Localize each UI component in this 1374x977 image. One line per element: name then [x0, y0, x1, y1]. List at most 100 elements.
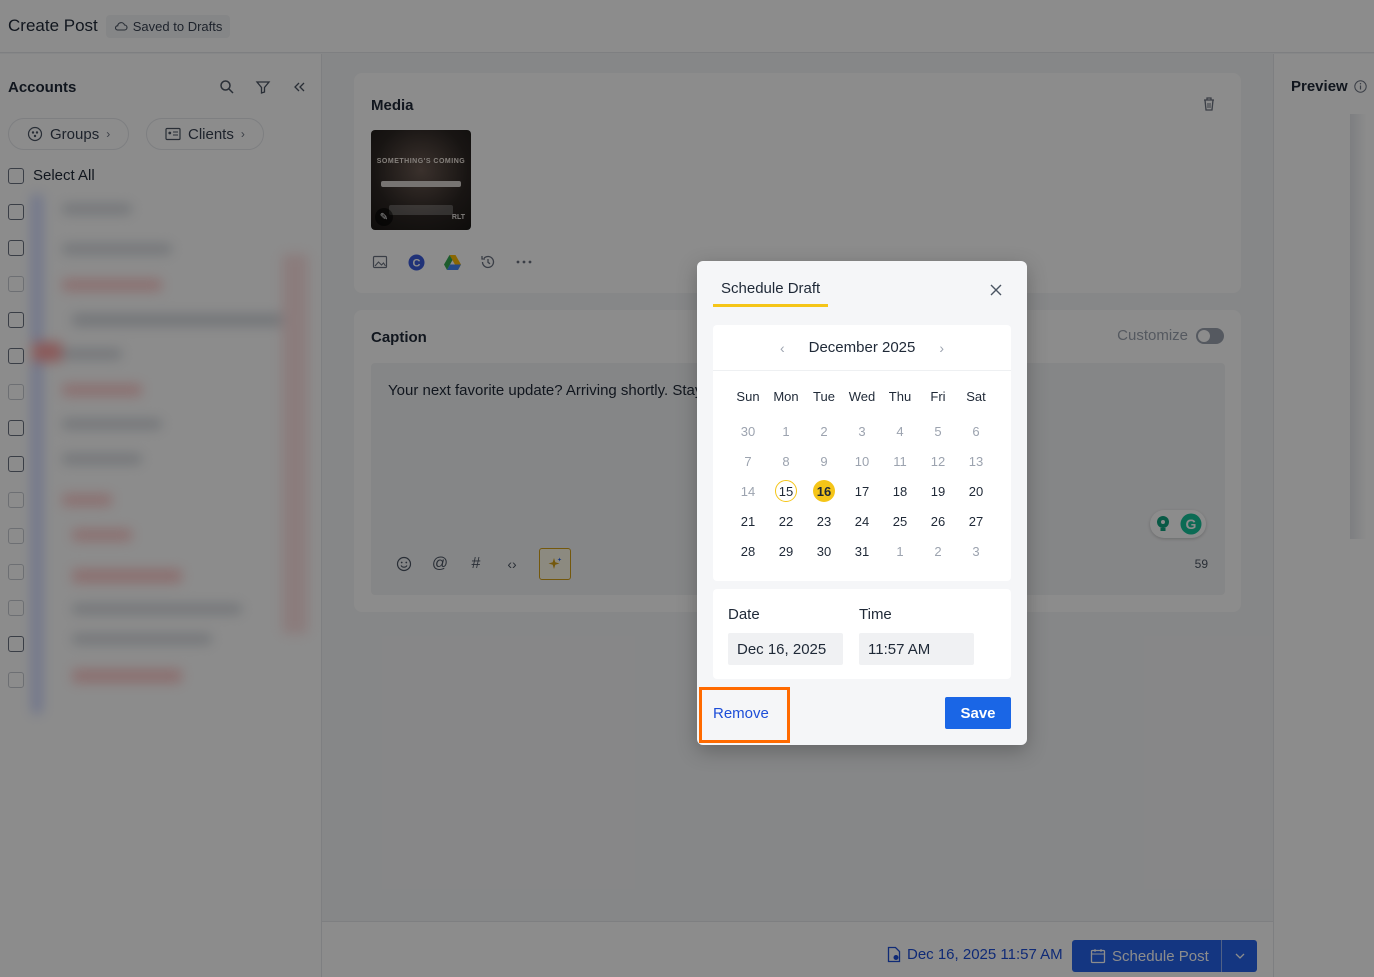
- calendar-day[interactable]: 29: [767, 540, 805, 562]
- calendar-day[interactable]: 7: [729, 450, 767, 472]
- date-time-card: Date Time Dec 16, 2025 11:57 AM: [713, 589, 1011, 679]
- calendar-day[interactable]: 10: [843, 450, 881, 472]
- calendar-day[interactable]: 31: [843, 540, 881, 562]
- calendar-day[interactable]: 24: [843, 510, 881, 532]
- calendar-day-number: 18: [892, 483, 908, 499]
- calendar-grid: Sun Mon Tue Wed Thu Fri Sat 30 1 2 3 4 5 6 7 8 9 10 11 12 1…: [729, 389, 995, 562]
- calendar-weeks: 30 1 2 3 4 5 6 7 8 9 10 11 12 13 14 15 16 17 18 19 20 21 22 23 2…: [729, 420, 995, 562]
- calendar-day-number: 12: [930, 453, 946, 469]
- calendar-day[interactable]: 28: [729, 540, 767, 562]
- calendar-day-number: 30: [740, 423, 756, 439]
- calendar-day[interactable]: 6: [957, 420, 995, 442]
- calendar-day-number: 8: [782, 453, 790, 469]
- calendar-day-number: 21: [740, 513, 756, 529]
- calendar-day-number: 10: [854, 453, 870, 469]
- weekday-label: Mon: [773, 389, 799, 404]
- calendar-day[interactable]: 27: [957, 510, 995, 532]
- calendar-day[interactable]: 19: [919, 480, 957, 502]
- close-icon[interactable]: [989, 283, 1003, 297]
- calendar-day[interactable]: 1: [881, 540, 919, 562]
- calendar-day[interactable]: 23: [805, 510, 843, 532]
- calendar-day-number: 3: [858, 423, 866, 439]
- calendar-day-number: 1: [896, 543, 904, 559]
- modal-backdrop[interactable]: [0, 0, 1374, 977]
- calendar-day-number: 16: [813, 480, 835, 502]
- calendar-day-number: 24: [854, 513, 870, 529]
- calendar-day[interactable]: 8: [767, 450, 805, 472]
- calendar-day[interactable]: 4: [881, 420, 919, 442]
- weekday-label: Fri: [930, 389, 946, 404]
- calendar-day[interactable]: 22: [767, 510, 805, 532]
- calendar-day[interactable]: 30: [805, 540, 843, 562]
- calendar-week: 21 22 23 24 25 26 27: [729, 510, 995, 532]
- calendar-day[interactable]: 5: [919, 420, 957, 442]
- remove-button[interactable]: Remove: [713, 705, 769, 722]
- calendar-day[interactable]: 1: [767, 420, 805, 442]
- calendar-day-number: 13: [968, 453, 984, 469]
- calendar-day[interactable]: 18: [881, 480, 919, 502]
- calendar-day-number: 11: [893, 453, 907, 469]
- weekday-label: Wed: [848, 389, 876, 404]
- calendar-day-number: 9: [820, 453, 828, 469]
- date-field[interactable]: Dec 16, 2025: [728, 633, 843, 665]
- calendar-day[interactable]: 2: [919, 540, 957, 562]
- weekday-header: Sun Mon Tue Wed Thu Fri Sat: [729, 389, 995, 404]
- time-field[interactable]: 11:57 AM: [859, 633, 974, 665]
- calendar-day-number: 6: [972, 423, 980, 439]
- calendar-day-number: 30: [816, 543, 832, 559]
- calendar-day[interactable]: 30: [729, 420, 767, 442]
- weekday-label: Thu: [888, 389, 912, 404]
- modal-title: Schedule Draft: [721, 280, 821, 297]
- schedule-draft-modal: Schedule Draft ‹ December 2025 › Sun Mon T…: [697, 261, 1027, 745]
- save-button[interactable]: Save: [945, 697, 1011, 729]
- weekday-label: Tue: [813, 389, 835, 404]
- calendar-day-today[interactable]: 15: [767, 480, 805, 502]
- calendar-day-number: 7: [744, 453, 752, 469]
- calendar-day-number: 29: [778, 543, 794, 559]
- time-label: Time: [859, 606, 892, 623]
- calendar-week: 28 29 30 31 1 2 3: [729, 540, 995, 562]
- calendar-week: 14 15 16 17 18 19 20: [729, 480, 995, 502]
- calendar-day[interactable]: 21: [729, 510, 767, 532]
- calendar-day-number: 22: [778, 513, 794, 529]
- month-label: December 2025: [808, 339, 916, 356]
- next-month-icon[interactable]: ›: [939, 340, 944, 356]
- calendar-day[interactable]: 17: [843, 480, 881, 502]
- calendar-day[interactable]: 26: [919, 510, 957, 532]
- calendar-day-number: 14: [740, 483, 756, 499]
- calendar-day-number: 26: [930, 513, 946, 529]
- calendar-day-number: 3: [972, 543, 980, 559]
- calendar-day-number: 20: [968, 483, 984, 499]
- calendar-nav: ‹ December 2025 ›: [713, 325, 1011, 371]
- weekday-label: Sat: [966, 389, 986, 404]
- calendar-day-number: 28: [740, 543, 756, 559]
- calendar-day-number: 2: [934, 543, 942, 559]
- calendar-day-number: 15: [775, 480, 797, 502]
- calendar-day[interactable]: 20: [957, 480, 995, 502]
- calendar-day-number: 5: [934, 423, 942, 439]
- calendar-day-number: 1: [782, 423, 790, 439]
- prev-month-icon[interactable]: ‹: [780, 340, 785, 356]
- calendar-week: 30 1 2 3 4 5 6: [729, 420, 995, 442]
- calendar-day-number: 19: [930, 483, 946, 499]
- calendar-day[interactable]: 13: [957, 450, 995, 472]
- calendar-day[interactable]: 3: [957, 540, 995, 562]
- weekday-label: Sun: [736, 389, 760, 404]
- calendar: ‹ December 2025 › Sun Mon Tue Wed Thu Fri Sat …: [713, 325, 1011, 581]
- calendar-day-selected[interactable]: 16: [805, 480, 843, 502]
- calendar-day[interactable]: 2: [805, 420, 843, 442]
- calendar-day-number: 31: [854, 543, 870, 559]
- calendar-day-number: 4: [896, 423, 904, 439]
- date-label: Date: [728, 606, 760, 623]
- calendar-day[interactable]: 12: [919, 450, 957, 472]
- calendar-day[interactable]: 9: [805, 450, 843, 472]
- calendar-day-number: 2: [820, 423, 828, 439]
- calendar-day[interactable]: 3: [843, 420, 881, 442]
- calendar-day[interactable]: 25: [881, 510, 919, 532]
- calendar-week: 7 8 9 10 11 12 13: [729, 450, 995, 472]
- calendar-day[interactable]: 14: [729, 480, 767, 502]
- calendar-day-number: 25: [892, 513, 908, 529]
- calendar-day[interactable]: 11: [881, 450, 919, 472]
- calendar-day-number: 27: [968, 513, 984, 529]
- calendar-day-number: 23: [816, 513, 832, 529]
